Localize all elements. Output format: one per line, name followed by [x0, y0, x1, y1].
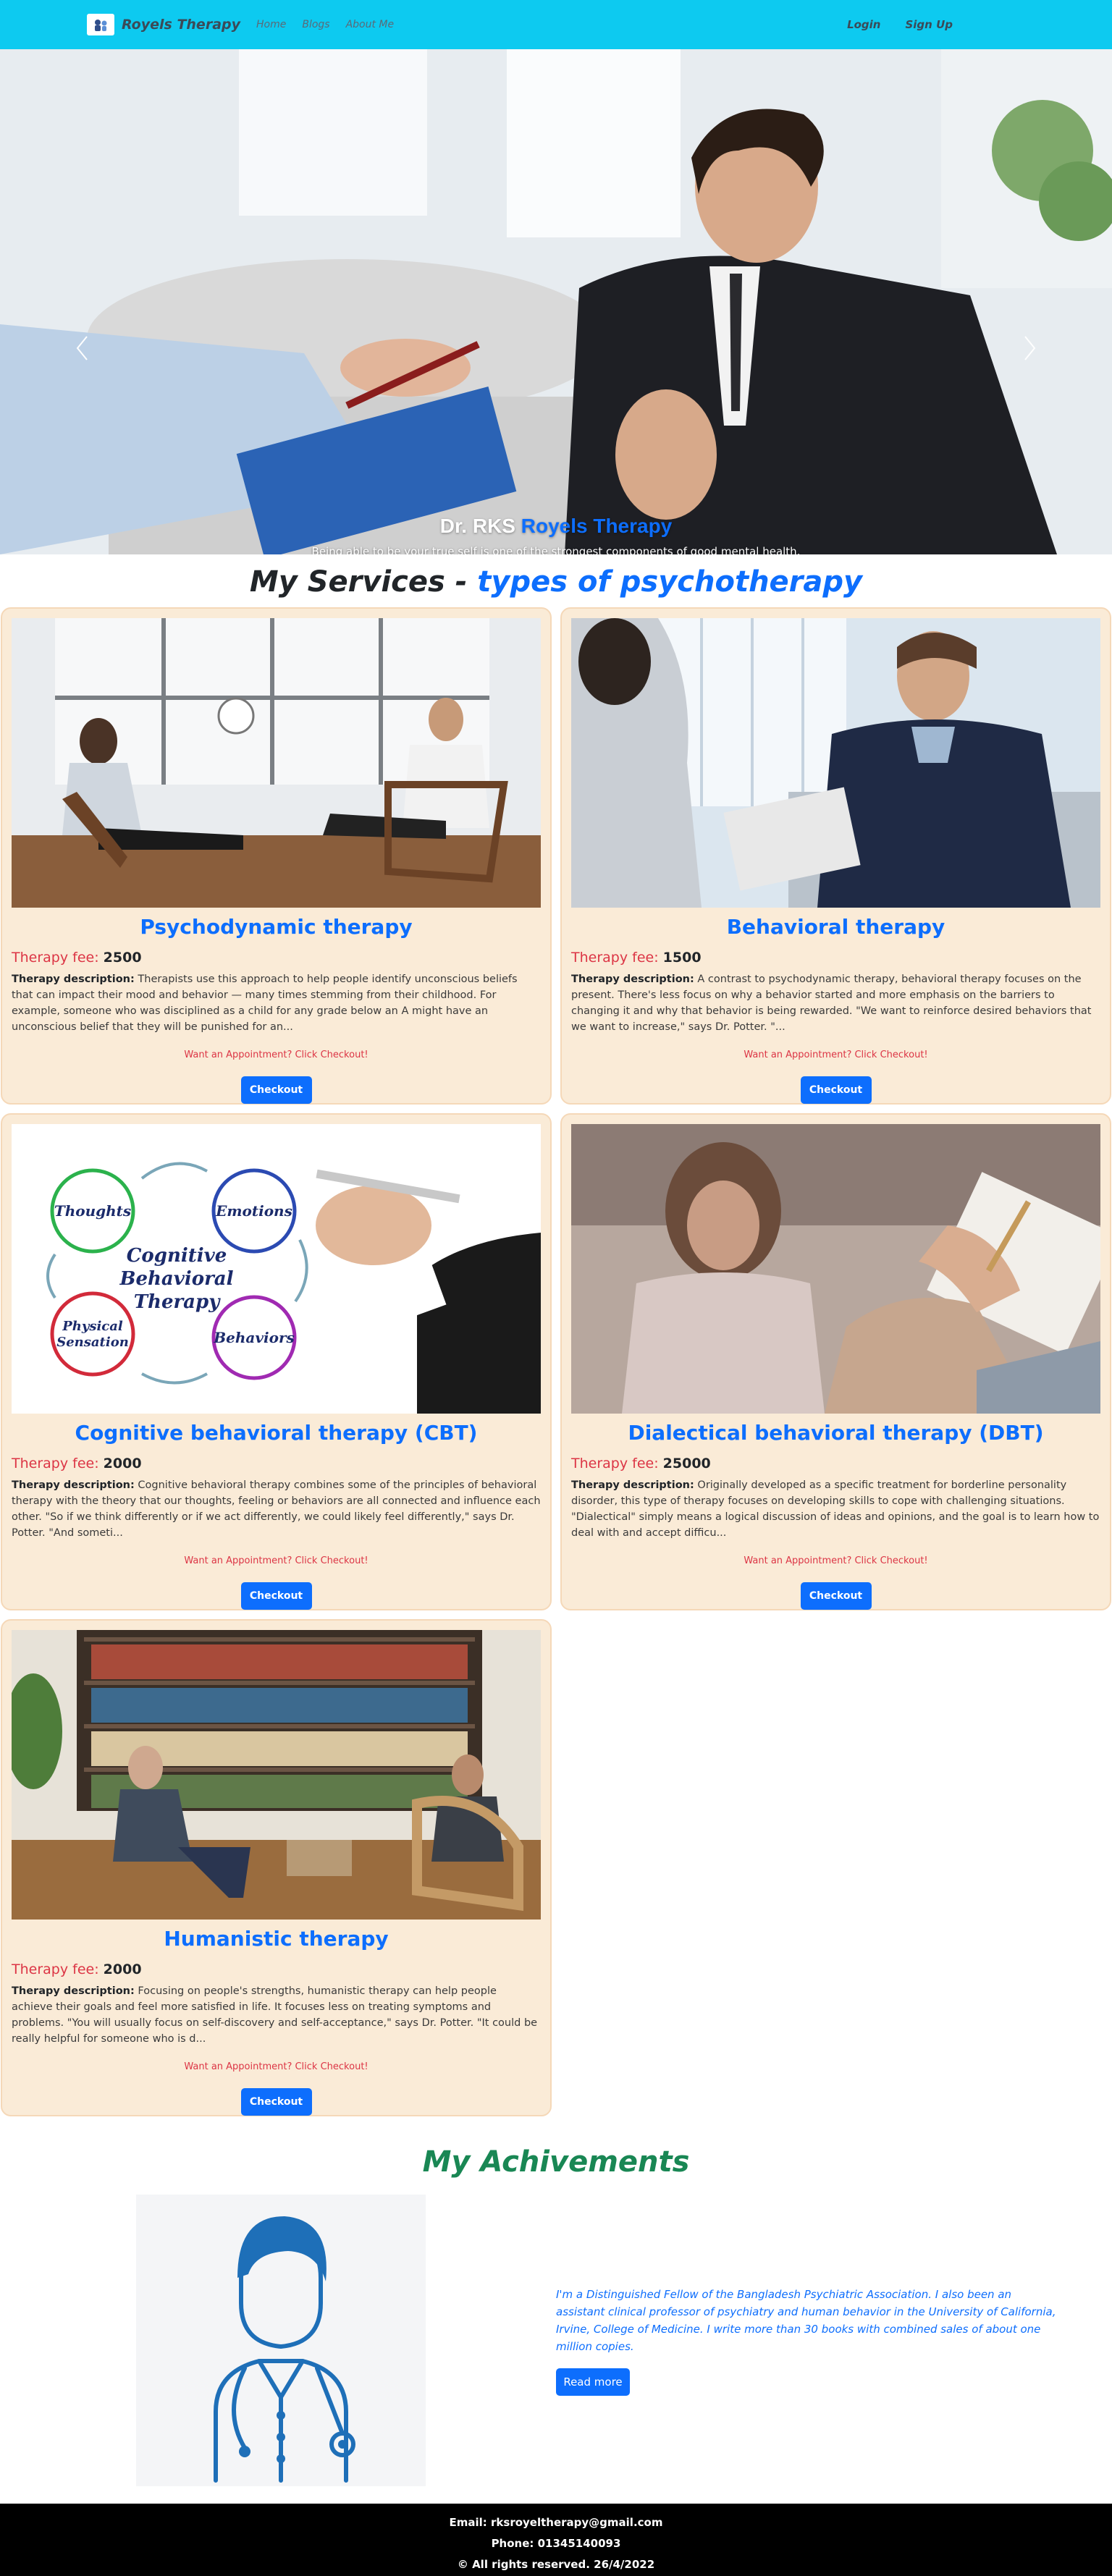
service-fee: Therapy fee: 2000 — [12, 1961, 541, 1977]
nav-about-me[interactable]: About Me — [346, 19, 395, 30]
nav-home[interactable]: Home — [256, 19, 286, 30]
brand-name: Royels Therapy — [122, 17, 240, 33]
cbt-center-3: Therapy — [134, 1291, 222, 1313]
chevron-right-icon — [1024, 336, 1036, 360]
footer-copyright: © All rights reserved. 26/4/2022 — [457, 2558, 655, 2571]
nav-right: Login Sign Up — [847, 18, 953, 31]
service-title: Psychodynamic therapy — [140, 915, 413, 939]
service-card-behavioral: Behavioral therapy Therapy fee: 1500 The… — [560, 607, 1111, 1105]
checkout-button[interactable]: Checkout — [800, 1582, 872, 1610]
carousel-caption: Dr. RKS Royels Therapy Being able to be … — [0, 515, 1112, 554]
service-image-behavioral — [571, 618, 1100, 908]
service-fee: Therapy fee: 25000 — [571, 1456, 1100, 1471]
service-card-dbt: Dialectical behavioral therapy (DBT) The… — [560, 1113, 1111, 1610]
appointment-prompt: Want an Appointment? Click Checkout! — [184, 1555, 368, 1566]
fee-label: Therapy fee: — [571, 1456, 659, 1471]
service-fee: Therapy fee: 2000 — [12, 1456, 541, 1471]
service-title: Humanistic therapy — [164, 1927, 389, 1951]
checkout-button[interactable]: Checkout — [240, 2088, 312, 2116]
signup-link[interactable]: Sign Up — [905, 18, 953, 31]
service-fee: Therapy fee: 1500 — [571, 950, 1100, 966]
checkout-button[interactable]: Checkout — [240, 1582, 312, 1610]
fee-label: Therapy fee: — [12, 1456, 99, 1471]
fee-label: Therapy fee: — [571, 950, 659, 966]
cbt-center-2: Behavioral — [119, 1268, 233, 1290]
checkout-button[interactable]: Checkout — [240, 1076, 312, 1104]
achievements-text: I'm a Distinguished Fellow of the Bangla… — [556, 2287, 1056, 2353]
footer: Email: rksroyeltherapy@gmail.com Phone: … — [0, 2504, 1112, 2576]
achievements-text-block: I'm a Distinguished Fellow of the Bangla… — [556, 2286, 1063, 2396]
service-title: Behavioral therapy — [726, 915, 945, 939]
service-description: Therapy description: Therapists use this… — [12, 971, 541, 1036]
brand-link[interactable]: Royels Therapy — [87, 14, 240, 35]
hero-carousel: Dr. RKS Royels Therapy Being able to be … — [0, 49, 1112, 554]
cbt-center-1: Cognitive — [127, 1245, 227, 1267]
service-description: Therapy description: A contrast to psych… — [571, 971, 1100, 1036]
description-label: Therapy description: — [12, 974, 135, 985]
hero-therapy-session-image — [0, 49, 1112, 554]
brand-logo-icon — [87, 14, 114, 35]
service-card-cbt: Thoughts Emotions Physical Sensation Beh… — [1, 1113, 552, 1610]
login-link[interactable]: Login — [847, 18, 880, 31]
cbt-label-sensation: Sensation — [56, 1335, 129, 1350]
service-title: Cognitive behavioral therapy (CBT) — [75, 1421, 478, 1445]
service-description: Therapy description: Originally develope… — [571, 1477, 1100, 1542]
services-heading: My Services - types of psychotherapy — [0, 565, 1112, 607]
checkout-button[interactable]: Checkout — [800, 1076, 872, 1104]
services-grid: Psychodynamic therapy Therapy fee: 2500 … — [0, 607, 1112, 2116]
service-image-humanistic — [12, 1630, 541, 1920]
navbar: Royels Therapy Home Blogs About Me Login… — [0, 0, 1112, 49]
service-image-dbt — [571, 1124, 1100, 1414]
service-description: Therapy description: Cognitive behaviora… — [12, 1477, 541, 1542]
appointment-prompt: Want an Appointment? Click Checkout! — [184, 2061, 368, 2072]
cbt-label-physical: Physical — [62, 1319, 123, 1334]
nav-left: Royels Therapy Home Blogs About Me — [87, 14, 394, 35]
fee-amount: 2000 — [103, 1456, 142, 1471]
fee-amount: 25000 — [662, 1456, 711, 1471]
service-image-cbt: Thoughts Emotions Physical Sensation Beh… — [12, 1124, 541, 1414]
footer-email: Email: rksroyeltherapy@gmail.com — [449, 2516, 663, 2529]
appointment-prompt: Want an Appointment? Click Checkout! — [744, 1555, 928, 1566]
fee-amount: 1500 — [662, 950, 702, 966]
achievements-heading: My Achivements — [422, 2145, 690, 2179]
services-heading-main: My Services - — [249, 565, 468, 599]
description-label: Therapy description: — [571, 1479, 694, 1491]
cbt-label-behaviors: Behaviors — [213, 1329, 294, 1346]
description-label: Therapy description: — [571, 974, 694, 985]
caption-brand: Royels Therapy — [521, 515, 673, 537]
doctor-illustration — [136, 2195, 426, 2486]
service-card-humanistic: Humanistic therapy Therapy fee: 2000 The… — [1, 1619, 552, 2116]
cbt-label-thoughts: Thoughts — [54, 1202, 131, 1220]
appointment-prompt: Want an Appointment? Click Checkout! — [744, 1050, 928, 1060]
carousel-prev-button[interactable] — [75, 335, 90, 368]
chevron-left-icon — [76, 336, 88, 360]
appointment-prompt: Want an Appointment? Click Checkout! — [184, 1050, 368, 1060]
achievements-section: I'm a Distinguished Fellow of the Bangla… — [0, 2195, 1112, 2486]
service-card-psychodynamic: Psychodynamic therapy Therapy fee: 2500 … — [1, 607, 552, 1105]
caption-doctor-name: Dr. RKS — [439, 515, 515, 537]
carousel-caption-title: Dr. RKS Royels Therapy — [0, 515, 1112, 538]
footer-phone: Phone: 01345140093 — [491, 2537, 621, 2550]
fee-label: Therapy fee: — [12, 1961, 99, 1977]
nav-blogs[interactable]: Blogs — [302, 19, 329, 30]
fee-amount: 2000 — [103, 1961, 142, 1977]
fee-label: Therapy fee: — [12, 950, 99, 966]
service-description: Therapy description: Focusing on people'… — [12, 1983, 541, 2048]
service-fee: Therapy fee: 2500 — [12, 950, 541, 966]
services-heading-accent: types of psychotherapy — [477, 565, 863, 599]
read-more-button[interactable]: Read more — [556, 2368, 630, 2396]
doctor-icon — [136, 2195, 426, 2486]
carousel-next-button[interactable] — [1022, 335, 1037, 368]
service-image-psychodynamic — [12, 618, 541, 908]
fee-amount: 2500 — [103, 950, 142, 966]
description-label: Therapy description: — [12, 1479, 135, 1491]
description-label: Therapy description: — [12, 1985, 135, 1997]
cbt-label-emotions: Emotions — [215, 1202, 292, 1220]
service-title: Dialectical behavioral therapy (DBT) — [628, 1421, 1044, 1445]
carousel-caption-text: Being able to be your true self is one o… — [311, 545, 801, 554]
